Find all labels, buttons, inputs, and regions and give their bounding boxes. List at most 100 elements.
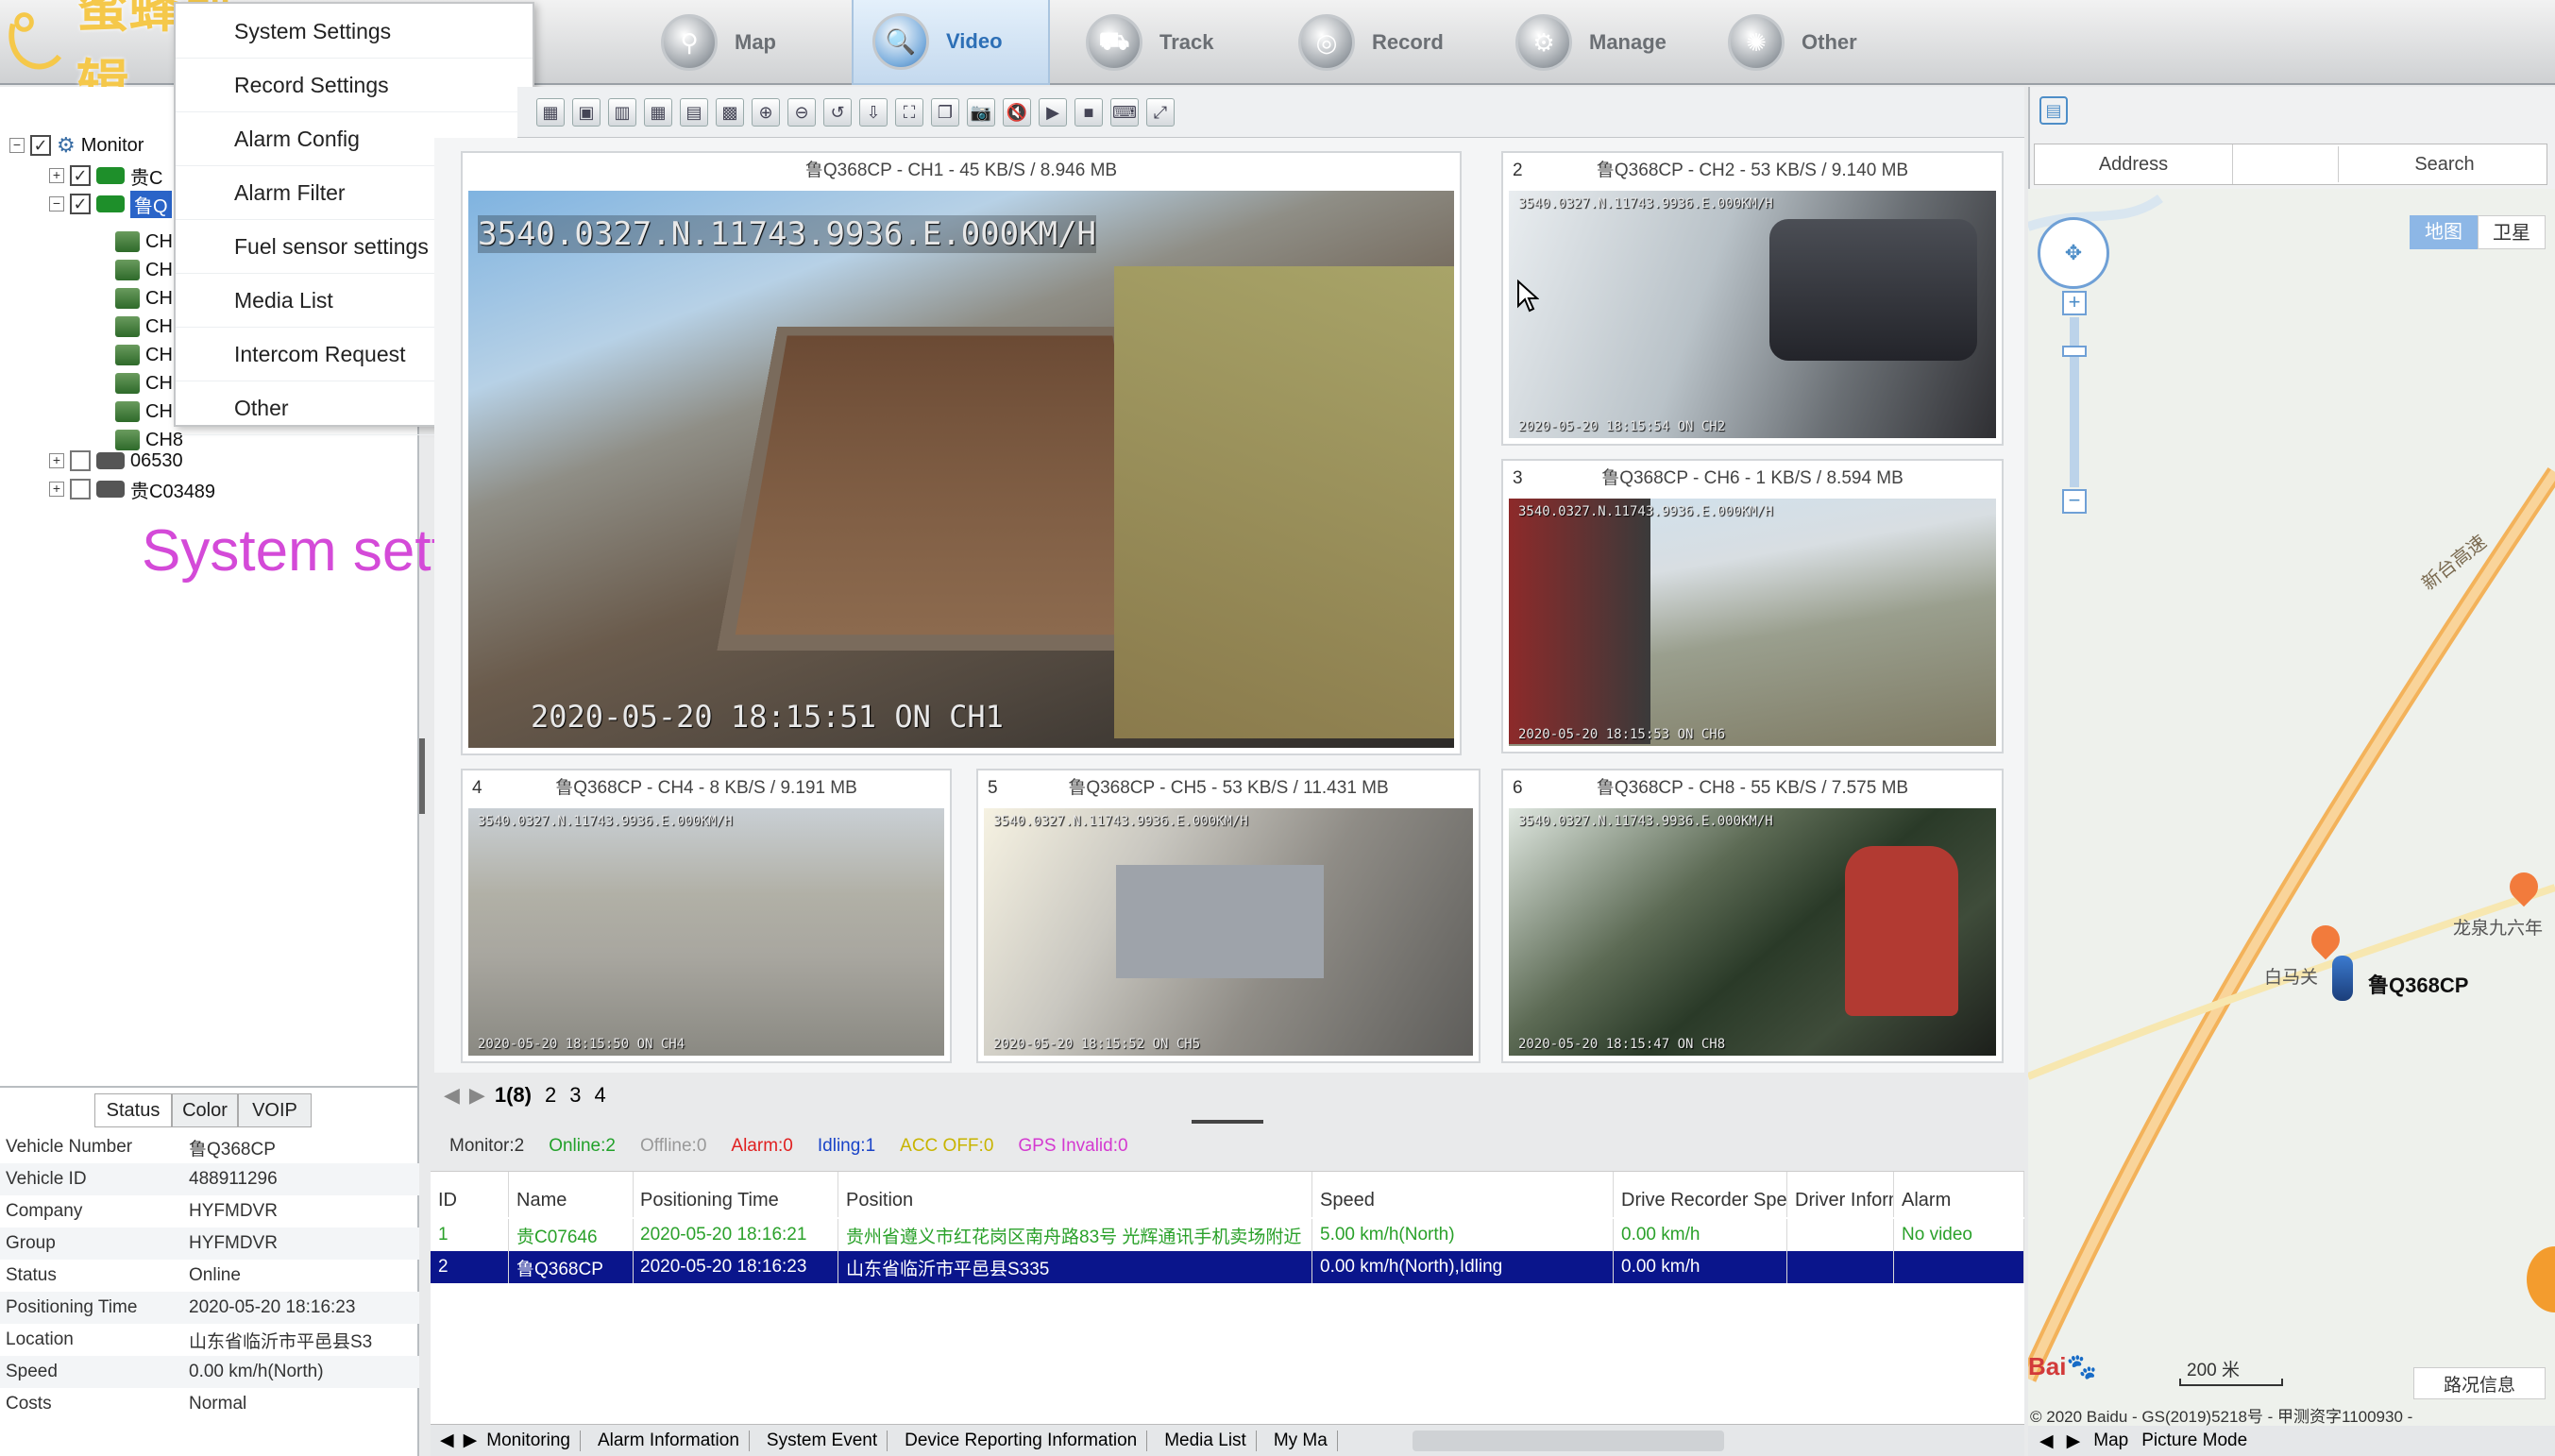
- nav-record[interactable]: ◎ Record: [1279, 0, 1468, 85]
- zoom-slider[interactable]: [2070, 317, 2079, 487]
- arrow-left-icon[interactable]: ◀: [440, 1430, 454, 1451]
- play-icon[interactable]: ▶: [1039, 97, 1067, 127]
- video-panel-ch8[interactable]: 6 鲁Q368CP - CH8 - 55 KB/S / 7.575 MB 354…: [1501, 769, 2004, 1063]
- nav-other[interactable]: ✺ Other: [1709, 0, 1888, 85]
- rotate-icon[interactable]: ↺: [823, 97, 852, 127]
- splitter-handle[interactable]: [1192, 1120, 1263, 1124]
- traffic-info-button[interactable]: 路况信息: [2413, 1367, 2546, 1399]
- tree-channel[interactable]: CH: [115, 285, 173, 312]
- arrow-right-icon[interactable]: ▶: [464, 1430, 478, 1451]
- layout-4-icon[interactable]: ▣: [572, 97, 601, 127]
- map-type-satellite[interactable]: 卫星: [2478, 215, 2546, 249]
- bottom-tab[interactable]: Monitoring: [486, 1430, 581, 1451]
- table-row[interactable]: 2 鲁Q368CP 2020-05-20 18:16:23 山东省临沂市平邑县S335…: [431, 1251, 2024, 1283]
- page-tab[interactable]: 2: [545, 1083, 556, 1108]
- tree-channel[interactable]: CH: [115, 370, 173, 397]
- tree-channel[interactable]: CH: [115, 398, 173, 425]
- stop-icon[interactable]: ■: [1074, 97, 1103, 127]
- column-header[interactable]: Alarm: [1894, 1172, 2024, 1217]
- map-type-map[interactable]: 地图: [2410, 215, 2478, 249]
- arrow-right-icon[interactable]: ▶: [2067, 1431, 2081, 1452]
- zoom-slider-handle[interactable]: [2062, 346, 2087, 357]
- column-header[interactable]: ID: [431, 1172, 509, 1217]
- zoom-out-icon[interactable]: ⊖: [787, 97, 816, 127]
- mute-icon[interactable]: 🔇: [1003, 97, 1031, 127]
- layout-9-icon[interactable]: ▦: [644, 97, 672, 127]
- bottom-tab[interactable]: My Ma: [1274, 1430, 1338, 1451]
- collapse-icon[interactable]: −: [9, 138, 25, 153]
- bottom-tab[interactable]: System Event: [767, 1430, 888, 1451]
- splitter-handle[interactable]: [419, 738, 425, 814]
- nav-video[interactable]: 🔍 Video: [852, 0, 1050, 85]
- tree-channel[interactable]: CH: [115, 229, 173, 255]
- expand-icon[interactable]: ⤢: [1146, 97, 1175, 127]
- tree-vehicle-2[interactable]: − ✓ 鲁Q: [49, 190, 172, 218]
- expand-icon[interactable]: +: [49, 168, 64, 183]
- vehicle-marker-icon[interactable]: [2332, 956, 2353, 1001]
- nav-manage[interactable]: ⚙ Manage: [1497, 0, 1695, 85]
- pan-control-icon[interactable]: ✥: [2038, 217, 2109, 289]
- tab-picture-mode[interactable]: Picture Mode: [2141, 1431, 2247, 1451]
- snapshot-icon[interactable]: 📷: [967, 97, 995, 127]
- tree-vehicle-4[interactable]: + 贵C03489: [49, 476, 215, 502]
- horizontal-scrollbar[interactable]: [1413, 1431, 1724, 1451]
- tree-channel[interactable]: CH: [115, 257, 173, 283]
- expand-icon[interactable]: +: [49, 482, 64, 497]
- page-tab[interactable]: 1(8): [495, 1083, 532, 1108]
- keyboard-icon[interactable]: ⌨: [1110, 97, 1139, 127]
- nav-track[interactable]: ⛟ Track: [1067, 0, 1237, 85]
- checkbox-icon[interactable]: [70, 479, 91, 499]
- arrow-right-icon[interactable]: ▶: [469, 1083, 485, 1108]
- address-input[interactable]: [2235, 146, 2339, 182]
- column-header[interactable]: Name: [509, 1172, 634, 1217]
- tree-vehicle-1[interactable]: + ✓ 贵C: [49, 162, 162, 189]
- column-header[interactable]: Position: [838, 1172, 1312, 1217]
- zoom-out-icon[interactable]: −: [2062, 489, 2087, 514]
- download-icon[interactable]: ⇩: [859, 97, 888, 127]
- search-button[interactable]: Search: [2343, 144, 2547, 184]
- video-panel-ch2[interactable]: 2 鲁Q368CP - CH2 - 53 KB/S / 9.140 MB 354…: [1501, 151, 2004, 446]
- column-header[interactable]: Driver Inform: [1787, 1172, 1894, 1217]
- column-header[interactable]: Drive Recorder Speed: [1614, 1172, 1787, 1217]
- video-panel-ch4[interactable]: 4 鲁Q368CP - CH4 - 8 KB/S / 9.191 MB 3540…: [461, 769, 952, 1063]
- video-panel-ch1[interactable]: 鲁Q368CP - CH1 - 45 KB/S / 8.946 MB 3540.…: [461, 151, 1462, 755]
- page-tab[interactable]: 3: [569, 1083, 581, 1108]
- layout-16-icon[interactable]: ▩: [716, 97, 744, 127]
- tree-vehicle-3[interactable]: + 06530: [49, 448, 183, 474]
- collapse-icon[interactable]: −: [49, 196, 64, 212]
- checkbox-checked-icon[interactable]: ✓: [30, 135, 51, 156]
- bottom-tab[interactable]: Alarm Information: [598, 1430, 750, 1451]
- fullscreen-icon[interactable]: ⛶: [895, 97, 923, 127]
- checkbox-checked-icon[interactable]: ✓: [70, 194, 91, 214]
- save-icon[interactable]: ▤: [2039, 96, 2068, 125]
- video-panel-ch6[interactable]: 3 鲁Q368CP - CH6 - 1 KB/S / 8.594 MB 3540…: [1501, 459, 2004, 753]
- layout-6-icon[interactable]: ▥: [608, 97, 636, 127]
- expand-icon[interactable]: +: [49, 453, 64, 468]
- tab-voip[interactable]: VOIP: [238, 1093, 312, 1127]
- table-row[interactable]: 1 贵C07646 2020-05-20 18:16:21 贵州省遵义市红花岗区南舟路…: [431, 1219, 2024, 1251]
- tab-map[interactable]: Map: [2093, 1431, 2128, 1451]
- menu-item-system-settings[interactable]: System Settings: [176, 6, 533, 59]
- checkbox-icon[interactable]: [70, 450, 91, 471]
- baidu-map[interactable]: ✥ + − 地图 卫星 新台高速 白马关 龙泉九六年 鲁Q368CP Bai🐾 …: [2028, 189, 2555, 1426]
- zoom-in-icon[interactable]: ⊕: [752, 97, 780, 127]
- video-panel-ch5[interactable]: 5 鲁Q368CP - CH5 - 53 KB/S / 11.431 MB 35…: [976, 769, 1481, 1063]
- column-header[interactable]: Positioning Time: [633, 1172, 838, 1217]
- tree-root[interactable]: − ✓ ⚙ Monitor: [9, 132, 144, 159]
- tree-channel[interactable]: CH: [115, 342, 173, 368]
- bottom-tab[interactable]: Device Reporting Information: [905, 1430, 1148, 1451]
- window-icon[interactable]: ❐: [931, 97, 959, 127]
- page-tab[interactable]: 4: [594, 1083, 605, 1108]
- menu-item-record-settings[interactable]: Record Settings: [176, 59, 533, 112]
- column-header[interactable]: Speed: [1312, 1172, 1614, 1217]
- tab-color[interactable]: Color: [172, 1093, 238, 1127]
- arrow-left-icon[interactable]: ◀: [444, 1083, 460, 1108]
- arrow-left-icon[interactable]: ◀: [2039, 1431, 2054, 1452]
- layout-full-icon[interactable]: ▤: [680, 97, 708, 127]
- checkbox-checked-icon[interactable]: ✓: [70, 165, 91, 186]
- nav-map[interactable]: ⚲ Map: [642, 0, 803, 85]
- tree-channel[interactable]: CH: [115, 313, 173, 340]
- tab-status[interactable]: Status: [94, 1093, 172, 1127]
- bottom-tab[interactable]: Media List: [1164, 1430, 1257, 1451]
- layout-1-icon[interactable]: ▦: [536, 97, 565, 127]
